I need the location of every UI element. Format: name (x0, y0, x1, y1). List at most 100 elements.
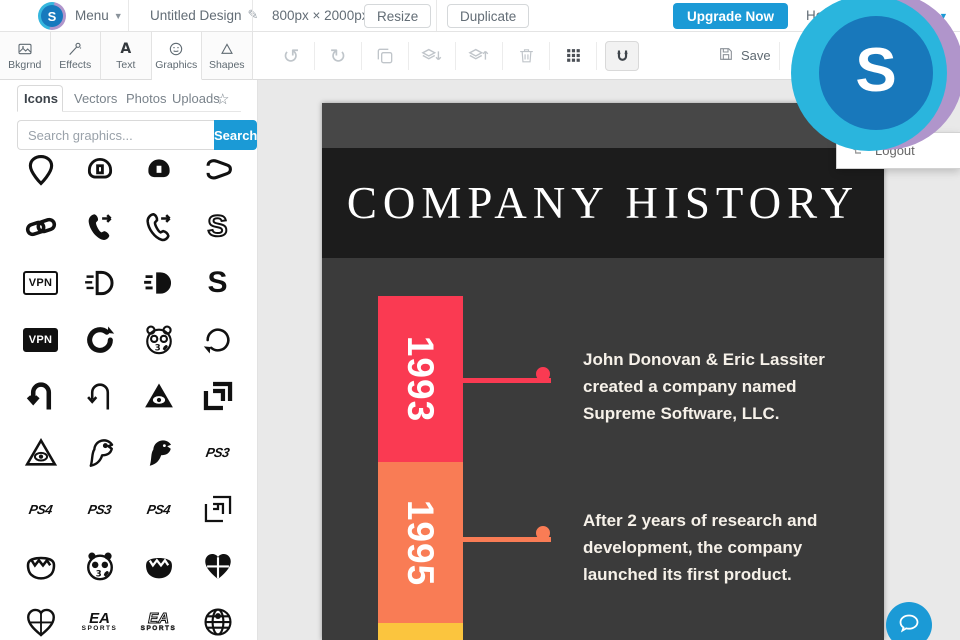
divider (596, 42, 597, 70)
triangle-icon (219, 40, 235, 57)
timeline-node (536, 367, 550, 381)
save-icon (718, 46, 734, 65)
year-block[interactable]: 1993 (378, 296, 463, 462)
app-logo[interactable]: S (38, 2, 66, 30)
sidebar-tab-icons[interactable]: Icons (17, 85, 63, 112)
timeline-text[interactable]: John Donovan & Eric Lassitercreated a co… (583, 346, 863, 427)
sidebar-tab-photos[interactable]: Photos (120, 85, 172, 112)
svg-text:3: 3 (95, 569, 101, 579)
graphic-globe-eye[interactable] (188, 594, 247, 640)
delete-button[interactable] (503, 32, 549, 79)
logout-menu-item[interactable]: Logout (836, 132, 960, 169)
duplicate-layer-button[interactable] (362, 32, 408, 79)
graphic-bird-head-filled[interactable] (129, 425, 188, 482)
upgrade-now-button[interactable]: Upgrade Now (673, 3, 788, 29)
app-window: S Menu ▼ Untitled Design ✎ 800px × 2000p… (0, 0, 960, 640)
wand-icon (67, 40, 83, 57)
graphic-uturn-arrow-thin[interactable] (70, 368, 129, 425)
graphic-panda-kiss-outline[interactable]: 3 (129, 312, 188, 369)
graphic-chain-link[interactable] (11, 199, 70, 256)
graphic-eye-pyramid-filled[interactable] (129, 368, 188, 425)
image-icon (17, 40, 33, 57)
canvas-top-strip (322, 103, 884, 148)
graphic-ea-sports-filled[interactable]: EASPORTS (70, 594, 129, 640)
graphic-ea-sports-outline[interactable]: EASPORTS (129, 594, 188, 640)
layer-backward-button[interactable] (409, 32, 455, 79)
editor-toolbar: Bkgrnd EffectsA Text Graphics Shapes ↺↻ … (0, 32, 960, 80)
graphic-bird-head-outline[interactable] (70, 425, 129, 482)
app-logo-letter: S (41, 5, 63, 27)
top-bar: S Menu ▼ Untitled Design ✎ 800px × 2000p… (0, 0, 960, 32)
graphic-badge-m-outline[interactable] (70, 142, 129, 199)
pencil-icon[interactable]: ✎ (248, 8, 259, 23)
layer-backward-icon (421, 45, 443, 67)
graphic-refresh-circle-bold[interactable] (70, 312, 129, 369)
tab-graphics[interactable]: Graphics (152, 32, 203, 80)
tab-bkgrnd[interactable]: Bkgrnd (0, 32, 51, 80)
graphic-d-speed-filled[interactable] (129, 255, 188, 312)
graphic-maze-square-outline[interactable] (188, 481, 247, 538)
divider (779, 42, 780, 70)
layer-forward-button[interactable] (456, 32, 502, 79)
graphic-letter-s-bold[interactable]: S (188, 255, 247, 312)
year-block[interactable]: 1995 (378, 462, 463, 623)
graphic-phone-forward-filled[interactable] (70, 199, 129, 256)
year-block[interactable] (378, 623, 463, 640)
graphic-ps4-logo[interactable]: PS4 (11, 481, 70, 538)
divider (252, 0, 253, 31)
graphic-pin-shield-outline[interactable] (11, 142, 70, 199)
undo-button[interactable]: ↺ (268, 32, 314, 79)
doc-tabs: Bkgrnd EffectsA Text Graphics Shapes (0, 32, 253, 80)
logout-icon (850, 140, 866, 161)
graphic-curve-band-outline[interactable] (188, 142, 247, 199)
divider (436, 0, 437, 31)
graphic-refresh-circle-outline[interactable] (188, 312, 247, 369)
graphic-ps3-logo-2[interactable]: PS3 (70, 481, 129, 538)
menu-dropdown[interactable]: Menu ▼ (75, 0, 123, 31)
magnet-icon (614, 47, 631, 64)
letter-a-icon: A (120, 40, 131, 57)
graphic-heart-puzzle-filled[interactable] (188, 538, 247, 595)
help-link[interactable]: Help (806, 0, 834, 31)
delete-icon (517, 46, 536, 65)
graphic-ps4-logo-2[interactable]: PS4 (129, 481, 188, 538)
chevron-down-icon: ▼ (114, 11, 123, 21)
graphic-uturn-arrow-bold[interactable] (11, 368, 70, 425)
graphic-monster-mouth-outline[interactable] (11, 538, 70, 595)
graphic-heart-puzzle-outline[interactable] (11, 594, 70, 640)
graphic-d-speed-outline[interactable] (70, 255, 129, 312)
resize-button[interactable]: Resize (364, 4, 431, 28)
design-canvas[interactable]: COMPANY HISTORY 1993 John Donovan & Eric… (322, 103, 884, 640)
chat-button[interactable] (886, 602, 932, 640)
timeline-node (536, 526, 550, 540)
graphic-maze-square-bold[interactable] (188, 368, 247, 425)
save-button[interactable]: Save (718, 32, 771, 79)
graphic-eye-pyramid-outline[interactable] (11, 425, 70, 482)
graphic-ps3-logo[interactable]: PS3 (188, 425, 247, 482)
design-title[interactable]: COMPANY HISTORY (347, 177, 859, 229)
toolbar-actions: ↺↻ (268, 32, 639, 79)
graphic-monster-mouth-filled[interactable] (129, 538, 188, 595)
grid-button[interactable] (550, 32, 596, 79)
redo-button[interactable]: ↻ (315, 32, 361, 79)
smiley-icon (168, 40, 184, 57)
tab-effects[interactable]: Effects (51, 32, 102, 80)
timeline-text[interactable]: After 2 years of research anddevelopment… (583, 507, 863, 588)
account-dropdown[interactable]: Account ▼ (880, 0, 948, 31)
graphic-phone-forward-outline[interactable] (129, 199, 188, 256)
magnet-button[interactable] (605, 41, 639, 71)
graphic-letter-s-outline[interactable]: S (188, 199, 247, 256)
sidebar-tabs: IconsVectorsPhotosUploads☆ (0, 85, 258, 112)
tab-text[interactable]: A Text (101, 32, 152, 80)
graphic-panda-kiss-filled[interactable]: 3 (70, 538, 129, 595)
sidebar-tab-vectors[interactable]: Vectors (68, 85, 123, 112)
icon-grid: SVPNSVPN3PS3PS4PS3PS43EASPORTSEASPORTS (11, 142, 247, 640)
duplicate-button[interactable]: Duplicate (447, 4, 529, 28)
graphic-vpn-outline[interactable]: VPN (11, 255, 70, 312)
star-icon[interactable]: ☆ (216, 85, 229, 112)
chevron-down-icon: ▼ (939, 11, 948, 21)
design-name[interactable]: Untitled Design ✎ (150, 0, 258, 31)
graphic-badge-m-filled[interactable] (129, 142, 188, 199)
tab-shapes[interactable]: Shapes (202, 32, 253, 80)
graphic-vpn-filled[interactable]: VPN (11, 312, 70, 369)
